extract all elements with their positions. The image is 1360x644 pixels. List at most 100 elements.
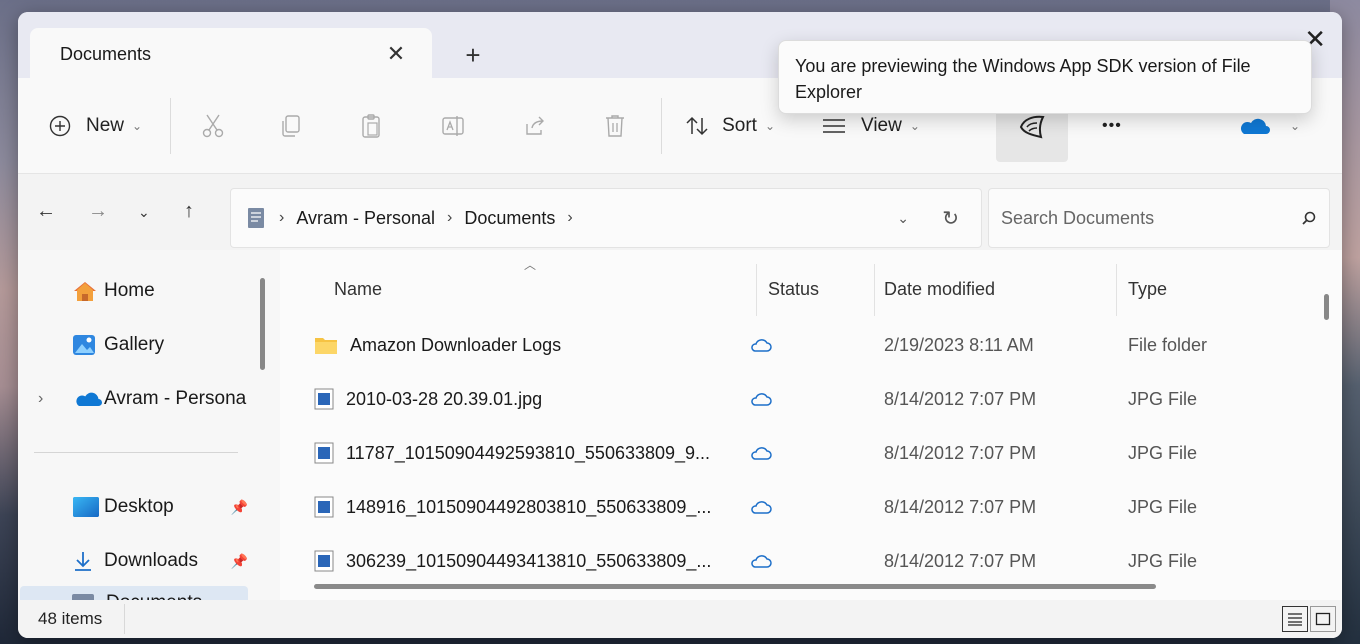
preview-tooltip: You are previewing the Windows App SDK v… [778, 40, 1312, 114]
file-name: Amazon Downloader Logs [350, 334, 562, 355]
sort-icon [686, 116, 708, 135]
sidebar-item-desktop[interactable]: Desktop 📌 [18, 482, 250, 532]
share-icon [526, 116, 545, 135]
downloads-icon [72, 550, 102, 572]
chevron-down-icon: ⌄ [132, 118, 143, 133]
breadcrumb-item[interactable]: Avram - Personal [296, 208, 435, 229]
vertical-scrollbar[interactable] [1324, 294, 1329, 320]
tiles-view-button[interactable] [1310, 606, 1336, 632]
cut-button[interactable] [201, 106, 225, 146]
sidebar-item-label: Avram - Persona [104, 388, 247, 409]
copy-icon [282, 114, 300, 137]
file-row[interactable]: 11787_10150904492593810_550633809_9... 8… [284, 426, 1314, 480]
status-divider [124, 604, 126, 634]
image-file-icon [314, 388, 334, 410]
cloud-icon [751, 555, 772, 568]
search-box[interactable]: Search Documents [988, 188, 1330, 248]
breadcrumb-separator: › [447, 209, 453, 226]
status-bar: 48 items [18, 600, 1342, 638]
content-area: Home Gallery › Avram - Persona Desktop 📌… [18, 250, 1342, 616]
image-file-icon [314, 550, 334, 572]
back-button[interactable]: ← [36, 200, 56, 223]
file-type: JPG File [1128, 550, 1198, 571]
pin-icon: 📌 [230, 552, 248, 569]
file-row[interactable]: 2010-03-28 20.39.01.jpg 8/14/2012 7:07 P… [284, 372, 1314, 426]
sidebar-item-home[interactable]: Home [18, 266, 250, 316]
delete-icon [606, 114, 625, 137]
file-name: 11787_10150904492593810_550633809_9... [346, 442, 711, 463]
sidebar-item-label: Home [104, 280, 155, 301]
sidebar-item-label: Desktop [104, 496, 174, 517]
file-row[interactable]: Amazon Downloader Logs 2/19/2023 8:11 AM… [284, 318, 1314, 372]
sidebar-scrollbar[interactable] [260, 278, 265, 370]
cloud-icon [751, 339, 772, 352]
tab-close-icon[interactable]: ✕ [376, 41, 416, 67]
address-history-button[interactable]: ⌄ [897, 210, 909, 227]
recent-locations-button[interactable]: ⌄ [138, 204, 150, 221]
toolbar-divider [170, 97, 172, 154]
refresh-icon[interactable]: ↻ [942, 206, 959, 231]
file-name: 306239_10150904493413810_550633809_... [346, 550, 712, 571]
home-icon [72, 280, 102, 302]
address-bar[interactable]: › Avram - Personal › Documents › ⌄ ↻ [230, 188, 982, 248]
column-header-status[interactable]: Status [768, 264, 819, 314]
file-date: 8/14/2012 7:07 PM [884, 496, 1037, 517]
chevron-down-icon: ⌄ [1290, 118, 1301, 133]
sidebar-item-downloads[interactable]: Downloads 📌 [18, 536, 250, 586]
file-type: File folder [1128, 334, 1208, 355]
tab-title: Documents [60, 43, 152, 64]
plus-circle-icon [49, 115, 71, 136]
breadcrumb-separator: › [279, 209, 285, 226]
details-view-button[interactable] [1282, 606, 1308, 632]
share-button[interactable] [523, 106, 547, 146]
column-header-type[interactable]: Type [1128, 264, 1167, 314]
sidebar-divider [34, 452, 238, 453]
file-name: 2010-03-28 20.39.01.jpg [346, 388, 543, 409]
image-file-icon [314, 496, 334, 518]
cloud-icon [751, 447, 772, 460]
new-button-label: New [86, 114, 125, 136]
new-button[interactable]: New ⌄ [48, 106, 142, 146]
sort-button[interactable]: Sort ⌄ [684, 106, 775, 146]
item-count: 48 items [38, 609, 103, 628]
file-row[interactable]: 306239_10150904493413810_550633809_... 8… [284, 534, 1314, 588]
image-file-icon [314, 442, 334, 464]
cloud-icon [751, 501, 772, 514]
expand-chevron-icon[interactable]: › [38, 390, 43, 408]
paste-button[interactable] [359, 106, 383, 146]
file-type: JPG File [1128, 388, 1198, 409]
file-type: JPG File [1128, 442, 1198, 463]
tab-documents[interactable]: Documents ✕ [30, 28, 432, 80]
forward-button[interactable]: → [88, 200, 108, 223]
sidebar-item-label: Gallery [104, 334, 165, 355]
file-date: 8/14/2012 7:07 PM [884, 442, 1037, 463]
view-toggle [1282, 606, 1336, 632]
cut-icon [202, 114, 224, 137]
document-icon [248, 208, 264, 228]
breadcrumb-item[interactable]: Documents [464, 208, 555, 229]
delete-button[interactable] [603, 106, 627, 146]
column-header-name[interactable]: Name [334, 264, 382, 314]
tiles-view-icon [1315, 612, 1331, 626]
search-input[interactable]: Search Documents [1001, 208, 1301, 229]
rename-button[interactable] [441, 106, 467, 146]
column-header-date-modified[interactable]: Date modified [884, 264, 995, 314]
pin-icon: 📌 [230, 498, 248, 515]
sort-button-label: Sort [722, 114, 757, 136]
sort-ascending-icon: ︿ [524, 258, 537, 272]
file-date: 2/19/2023 8:11 AM [884, 334, 1034, 355]
copy-button[interactable] [279, 106, 303, 146]
file-row[interactable]: 148916_10150904492803810_550633809_... 8… [284, 480, 1314, 534]
column-divider [1116, 264, 1117, 316]
horizontal-scrollbar[interactable] [314, 584, 1156, 589]
file-explorer-window: Documents ✕ + ✕ New ⌄ Sort ⌄ View ⌄ ••• … [18, 12, 1342, 638]
view-button-label: View [861, 114, 902, 136]
sidebar-item-onedrive[interactable]: › Avram - Persona [18, 374, 250, 424]
paste-icon [362, 113, 380, 138]
new-tab-button[interactable]: + [458, 40, 488, 70]
gallery-icon [72, 334, 102, 356]
sidebar-item-gallery[interactable]: Gallery [18, 320, 250, 370]
onedrive-icon [1240, 118, 1270, 134]
toolbar-divider [661, 97, 663, 154]
up-button[interactable]: ↑ [184, 200, 194, 223]
